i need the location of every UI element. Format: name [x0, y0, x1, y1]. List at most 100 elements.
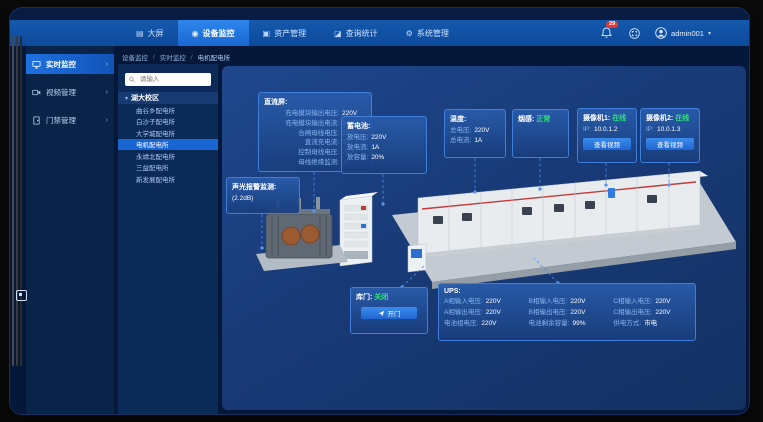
tree-item-label: 电机配电所 — [136, 139, 169, 149]
nav-tab-dashboard[interactable]: ▤ 大屏 — [122, 20, 178, 46]
data-row: 电池组电压:220V — [444, 319, 521, 329]
nav-tab-stats[interactable]: ◪ 查询统计 — [320, 20, 392, 46]
status-badge: 在线 — [612, 115, 626, 122]
door-card: 库门: 关闭 开门 — [350, 287, 428, 334]
card-title: 声光报警监测: — [232, 182, 294, 192]
station-tree-panel: ▾ 湖大校区 曲谷乡配电所 白沙子配电所 大学城配电所 电机配电所 永靖北配电所… — [118, 64, 218, 414]
tree-item-station-active[interactable]: 电机配电所 — [118, 139, 218, 151]
tree-item-station[interactable]: 白沙子配电所 — [118, 116, 218, 128]
tree-item-station[interactable]: 新发展配电所 — [118, 173, 218, 185]
nav-tabs: ▤ 大屏 ◉ 设备监控 ▣ 资产管理 ◪ 查询统计 ⚙ 系统管理 — [122, 20, 463, 46]
tree-root-node[interactable]: ▾ 湖大校区 — [118, 92, 218, 104]
tree-item-station[interactable]: 大学城配电所 — [118, 127, 218, 139]
data-row: 放容量:20% — [347, 153, 421, 163]
app-window: ▤ 大屏 ◉ 设备监控 ▣ 资产管理 ◪ 查询统计 ⚙ 系统管理 — [10, 8, 749, 414]
field-label: 电池剩余容量: — [529, 319, 570, 329]
tree-item-label: 曲谷乡配电所 — [136, 105, 175, 115]
user-menu[interactable]: admin001 ▾ — [655, 27, 711, 39]
nav-tab-system[interactable]: ⚙ 系统管理 — [392, 20, 463, 46]
field-label: IP: — [646, 125, 654, 135]
data-row: IP:10.0.1.2 — [583, 125, 631, 135]
field-label: 母线绝缘监测: — [264, 158, 339, 168]
sidebar-item-label: 门禁管理 — [46, 115, 76, 126]
tree-item-label: 三益配电所 — [136, 162, 169, 172]
chevron-right-icon: › — [106, 117, 108, 124]
field-label: 放电压: — [347, 133, 368, 143]
field-label: A相输出电压: — [444, 308, 483, 318]
field-value: 220V — [371, 133, 386, 143]
nav-tab-device-monitor[interactable]: ◉ 设备监控 — [178, 20, 249, 46]
data-row: C相输出电压:220V — [613, 308, 690, 318]
system-icon: ⚙ — [406, 29, 413, 38]
data-row: B相输出电压:220V — [529, 308, 606, 318]
card-title: 摄像机2: — [646, 115, 673, 122]
camera2-card: 摄像机2: 在线 IP:10.0.1.3 查看视频 — [640, 108, 700, 163]
nav-tab-assets[interactable]: ▣ 资产管理 — [249, 20, 321, 46]
field-value: 99% — [572, 319, 585, 329]
field-label: 总电压: — [450, 126, 471, 136]
open-door-button[interactable]: 开门 — [361, 307, 417, 319]
breadcrumb-separator: / — [191, 54, 193, 61]
tree-item-label: 永靖北配电所 — [136, 151, 175, 161]
field-value: 220V — [570, 308, 585, 318]
field-label: B相输出电压: — [529, 308, 568, 318]
card-title: 蓄电池: — [347, 121, 421, 131]
tree-item-label: 白沙子配电所 — [136, 116, 175, 126]
nav-tab-label: 查询统计 — [346, 28, 378, 39]
sidebar-item-video-management[interactable]: 视频管理 › — [26, 82, 114, 102]
view-video-button[interactable]: 查看视频 — [583, 138, 631, 150]
sidebar-item-realtime-monitor[interactable]: 实时监控 › — [26, 54, 114, 74]
view-video-button[interactable]: 查看视频 — [646, 138, 694, 150]
field-value: 20% — [371, 153, 384, 163]
field-label: 控制母线电压: — [264, 148, 339, 158]
data-row: 供电方式:市电 — [613, 319, 690, 329]
status-badge: 正常 — [536, 116, 550, 123]
door-icon — [32, 116, 41, 125]
data-row: 总电压:220V — [450, 126, 500, 136]
field-label: 总电流: — [450, 136, 471, 146]
field-value: 220V — [655, 308, 670, 318]
breadcrumb: 设备监控 / 实时监控 / 电机配电所 — [122, 52, 230, 62]
tree-root-label: 湖大校区 — [131, 93, 159, 103]
tree-item-station[interactable]: 永靖北配电所 — [118, 150, 218, 162]
breadcrumb-item[interactable]: 设备监控 — [122, 52, 148, 62]
field-label: 放容量: — [347, 153, 368, 163]
breadcrumb-item[interactable]: 实时监控 — [160, 52, 186, 62]
asset-icon: ▣ — [263, 29, 271, 38]
fullscreen-button[interactable] — [627, 26, 641, 40]
ups-grid: A相输入电压:220V B相输入电压:220V C相输入电压:220V A相输出… — [444, 297, 690, 328]
tree-search-input[interactable] — [138, 75, 207, 84]
card-title-row: 摄像机1: 在线 — [583, 113, 631, 123]
sidebar-item-label: 实时监控 — [46, 59, 76, 70]
card-title: 温度: — [450, 114, 500, 124]
tree-item-station[interactable]: 曲谷乡配电所 — [118, 104, 218, 116]
nav-tab-label: 资产管理 — [274, 28, 306, 39]
left-edge-decoration — [10, 36, 26, 366]
field-value: 1A — [474, 136, 482, 146]
data-row: 放电流:1A — [347, 143, 421, 153]
camera1-card: 摄像机1: 在线 IP:10.0.1.2 查看视频 — [577, 108, 637, 163]
nav-tab-label: 大屏 — [148, 28, 164, 39]
field-value: 220V — [474, 126, 489, 136]
data-row: IP:10.0.1.3 — [646, 125, 694, 135]
collapse-sidebar-icon[interactable] — [16, 290, 27, 301]
temperature-panel-card: 温度: 总电压:220V 总电流:1A — [444, 109, 506, 158]
bell-icon — [601, 27, 612, 39]
ups-card: UPS: A相输入电压:220V B相输入电压:220V C相输入电压:220V… — [438, 283, 696, 341]
field-label: 合闸母线电压: — [264, 129, 339, 139]
open-door-label: 开门 — [388, 308, 401, 318]
field-label: 电池组电压: — [444, 319, 478, 329]
notifications-button[interactable]: 29 — [599, 26, 613, 40]
notification-badge: 29 — [606, 21, 618, 28]
field-label: C相输出电压: — [613, 308, 652, 318]
search-icon — [129, 76, 135, 83]
sidebar-item-access-control[interactable]: 门禁管理 › — [26, 110, 114, 130]
data-row: A相输出电压:220V — [444, 308, 521, 318]
field-label: 放电流: — [347, 143, 368, 153]
data-row: 总电流:1A — [450, 136, 500, 146]
breadcrumb-separator: / — [153, 54, 155, 61]
field-label: 供电方式: — [613, 319, 641, 329]
chevron-right-icon: › — [106, 61, 108, 68]
tree-item-station[interactable]: 三益配电所 — [118, 162, 218, 174]
status-badge: 关闭 — [374, 294, 388, 301]
